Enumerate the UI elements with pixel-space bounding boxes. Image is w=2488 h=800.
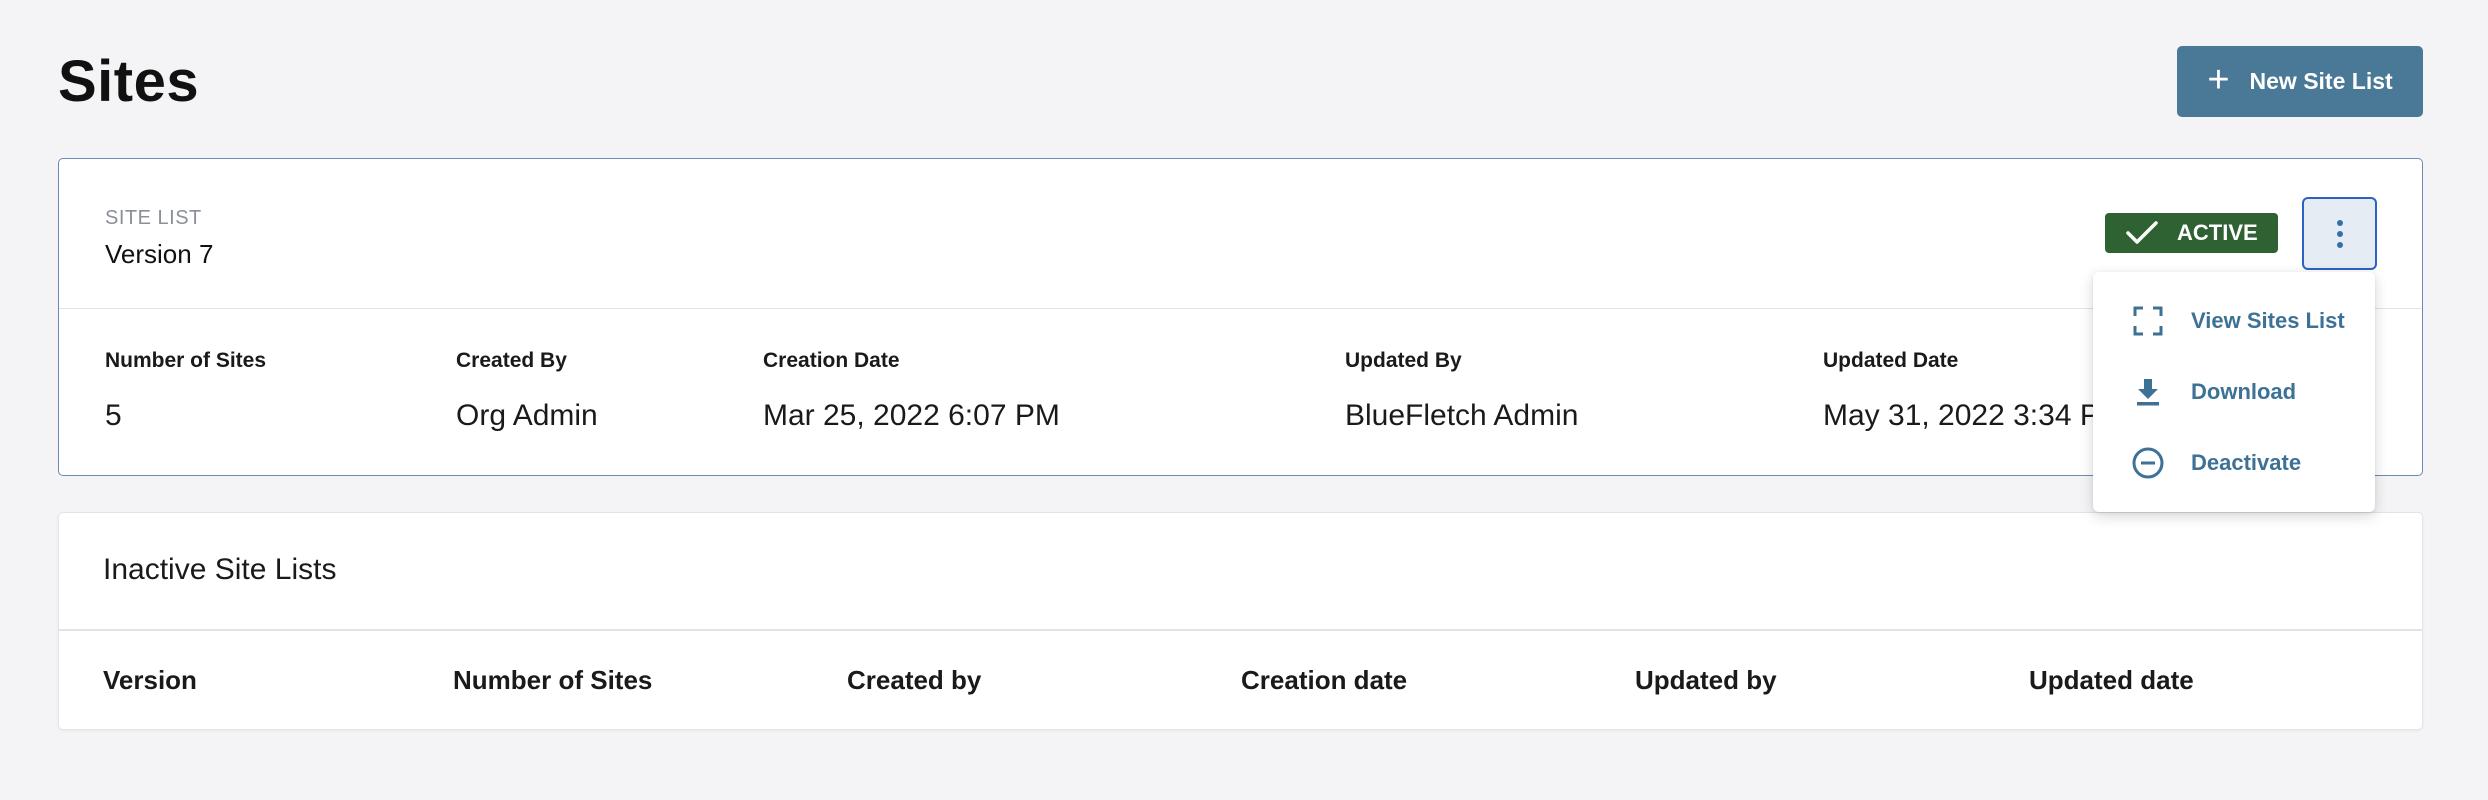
status-badge: ACTIVE [2105, 213, 2278, 253]
menu-item-label: Download [2191, 379, 2297, 404]
column-header-updated-by[interactable]: Updated by [1635, 665, 1777, 696]
field-value-number-of-sites: 5 [105, 399, 122, 432]
menu-item-view-sites-list[interactable]: View Sites List [2093, 286, 2375, 356]
kebab-dot-icon [2336, 230, 2343, 237]
field-label-updated-date: Updated Date [1823, 349, 1959, 372]
field-label-number-of-sites: Number of Sites [105, 349, 267, 372]
check-icon [2126, 221, 2158, 244]
new-site-list-button[interactable]: + New Site List [2177, 46, 2423, 117]
menu-item-label: Deactivate [2191, 450, 2302, 475]
status-badge-label: ACTIVE [2177, 220, 2258, 245]
field-label-updated-by: Updated By [1345, 349, 1462, 372]
inactive-site-lists-card: Inactive Site Lists Version Number of Si… [58, 512, 2423, 730]
kebab-dot-icon [2336, 219, 2343, 226]
menu-item-label: View Sites List [2191, 308, 2345, 333]
page-title: Sites [58, 49, 200, 114]
field-value-updated-by: BlueFletch Admin [1345, 399, 1579, 432]
field-value-created-by: Org Admin [456, 399, 598, 432]
actions-dropdown-menu: View Sites List Download Deactivate [2093, 272, 2375, 512]
field-value-updated-date: May 31, 2022 3:34 PM [1823, 399, 2125, 432]
expand-corners-icon [2131, 304, 2165, 338]
site-list-version: Version 7 [105, 239, 214, 269]
new-site-list-label: New Site List [2249, 68, 2393, 94]
download-icon [2131, 375, 2165, 409]
divider [59, 629, 2422, 631]
column-header-number-of-sites[interactable]: Number of Sites [453, 665, 652, 696]
column-header-version[interactable]: Version [103, 665, 197, 696]
field-label-created-by: Created By [456, 349, 567, 372]
menu-item-download[interactable]: Download [2093, 357, 2375, 427]
column-header-creation-date[interactable]: Creation date [1241, 665, 1407, 696]
inactive-site-lists-title: Inactive Site Lists [103, 553, 337, 586]
more-actions-button[interactable] [2302, 197, 2377, 270]
kebab-dot-icon [2336, 241, 2343, 248]
active-site-list-header: SITE LIST Version 7 ACTIVE [59, 159, 2422, 309]
minus-circle-icon [2131, 446, 2165, 480]
field-value-creation-date: Mar 25, 2022 6:07 PM [763, 399, 1060, 432]
plus-icon: + [2207, 59, 2230, 101]
menu-item-deactivate[interactable]: Deactivate [2093, 428, 2375, 498]
field-label-creation-date: Creation Date [763, 349, 900, 372]
active-site-list-card: SITE LIST Version 7 ACTIVE Number of Sit… [58, 158, 2423, 476]
site-list-eyebrow: SITE LIST [105, 207, 202, 229]
column-header-updated-date[interactable]: Updated date [2029, 665, 2194, 696]
column-header-created-by[interactable]: Created by [847, 665, 981, 696]
